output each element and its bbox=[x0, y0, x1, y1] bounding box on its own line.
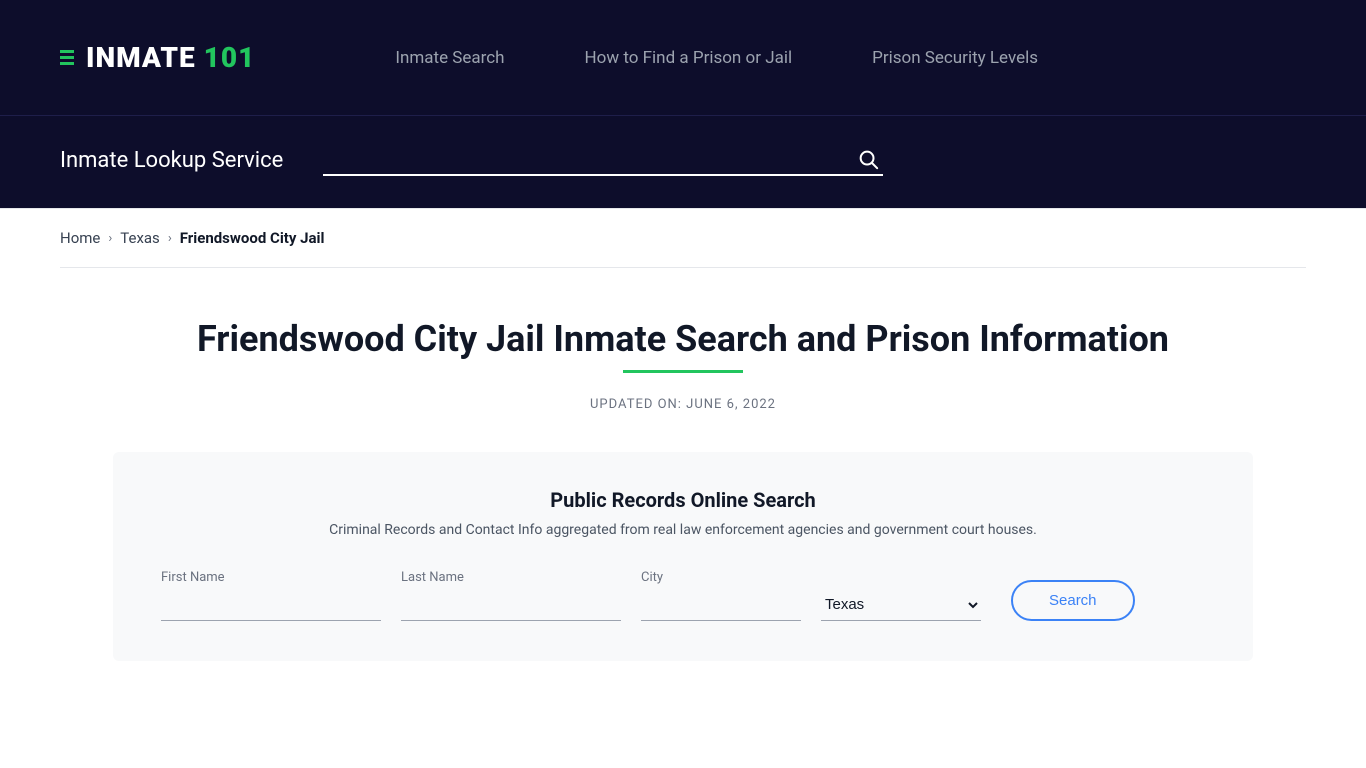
logo-icon bbox=[60, 50, 74, 65]
logo-text: INMATE 101 bbox=[86, 41, 255, 74]
nav-how-to-find[interactable]: How to Find a Prison or Jail bbox=[585, 48, 793, 68]
page-title: Friendswood City Jail Inmate Search and … bbox=[60, 318, 1306, 360]
breadcrumb-state[interactable]: Texas bbox=[120, 229, 160, 247]
first-name-field: First Name bbox=[161, 570, 381, 621]
breadcrumb-home[interactable]: Home bbox=[60, 229, 100, 247]
records-card: Public Records Online Search Criminal Re… bbox=[113, 452, 1253, 661]
city-input[interactable] bbox=[641, 591, 801, 621]
last-name-input[interactable] bbox=[401, 591, 621, 621]
breadcrumb-chevron-1: › bbox=[108, 231, 112, 246]
title-underline bbox=[623, 370, 743, 373]
state-field: AlabamaAlaskaArizonaArkansasCaliforniaCo… bbox=[821, 583, 981, 621]
records-card-subtitle: Criminal Records and Contact Info aggreg… bbox=[161, 522, 1205, 538]
first-name-label: First Name bbox=[161, 570, 381, 585]
nav-security-levels[interactable]: Prison Security Levels bbox=[872, 48, 1038, 68]
logo-link[interactable]: INMATE 101 bbox=[60, 41, 255, 74]
search-records-button[interactable]: Search bbox=[1011, 580, 1135, 621]
top-navigation: INMATE 101 Inmate Search How to Find a P… bbox=[0, 0, 1366, 115]
nav-links: Inmate Search How to Find a Prison or Ja… bbox=[395, 48, 1038, 68]
search-section-title: Inmate Lookup Service bbox=[60, 148, 283, 173]
search-input-wrapper bbox=[323, 144, 883, 176]
search-icon bbox=[857, 148, 879, 170]
last-name-field: Last Name bbox=[401, 570, 621, 621]
breadcrumb: Home › Texas › Friendswood City Jail bbox=[0, 209, 1366, 267]
last-name-label: Last Name bbox=[401, 570, 621, 585]
city-label: City bbox=[641, 570, 801, 585]
nav-inmate-search[interactable]: Inmate Search bbox=[395, 48, 504, 68]
updated-date: UPDATED ON: JUNE 6, 2022 bbox=[60, 397, 1306, 412]
main-content: Friendswood City Jail Inmate Search and … bbox=[0, 268, 1366, 701]
records-card-title: Public Records Online Search bbox=[161, 488, 1205, 512]
search-submit-button[interactable] bbox=[853, 144, 883, 174]
first-name-input[interactable] bbox=[161, 591, 381, 621]
search-section: Inmate Lookup Service bbox=[0, 115, 1366, 208]
breadcrumb-chevron-2: › bbox=[168, 231, 172, 246]
search-input[interactable] bbox=[323, 144, 853, 174]
records-form: First Name Last Name City AlabamaAlaskaA… bbox=[161, 570, 1205, 621]
state-select[interactable]: AlabamaAlaskaArizonaArkansasCaliforniaCo… bbox=[821, 589, 981, 621]
breadcrumb-current-page: Friendswood City Jail bbox=[180, 229, 325, 247]
city-field: City bbox=[641, 570, 801, 621]
